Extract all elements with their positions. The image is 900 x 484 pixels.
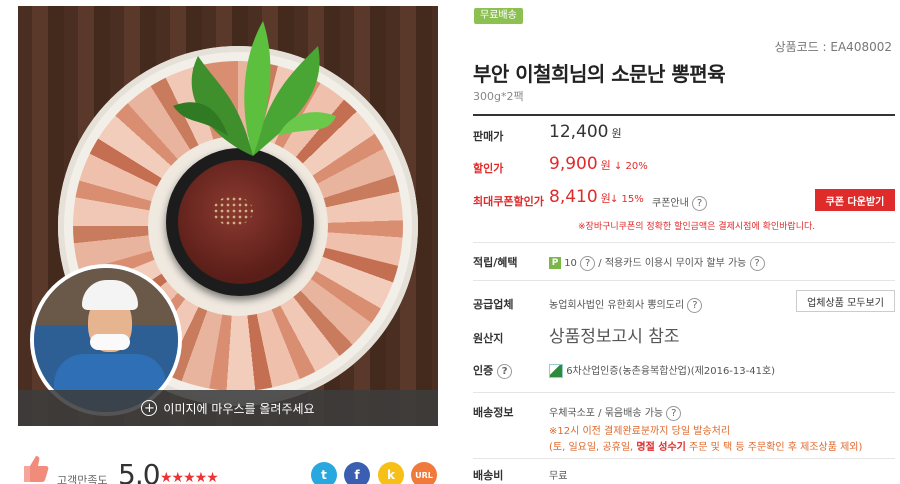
sale-price: 12,400 원 [549,122,622,142]
kakaostory-share-icon[interactable]: k [378,462,404,484]
cert-icon [549,364,563,378]
product-subtitle: 300g*2팩 [473,90,524,103]
supplier-name[interactable]: 농업회사법인 유한회사 뽕의도리 ? [549,296,703,313]
help-icon[interactable]: ? [687,297,703,313]
sale-price-label: 판매가 [473,130,504,143]
thumbs-up-icon [24,456,49,482]
title-divider [473,114,895,116]
all-supplier-products-button[interactable]: 업체상품 모두보기 [796,290,895,312]
discount-price: 9,900 원 [549,154,611,174]
help-icon[interactable]: ? [749,255,765,271]
shipping-label: 배송정보 [473,406,514,419]
divider [473,392,895,393]
help-icon[interactable]: ? [497,363,513,379]
help-icon[interactable]: ? [666,405,682,421]
cert-value: 6차산업인증(농촌융복합산업)(제2016-13-41호) [549,362,775,378]
points-label: 적립/혜택 [473,256,518,269]
shipping-method: 우체국소포 / 묶음배송 가능 ? [549,404,682,421]
coupon-percent: ↓ 15% [610,194,644,205]
product-title: 부안 이철희님의 소문난 뽕편육 [473,62,726,86]
facebook-share-icon[interactable]: f [344,462,370,484]
divider [473,242,895,243]
cert-label: 인증 ? [473,362,513,379]
point-icon: P [549,257,561,269]
shipping-note-1: ※12시 이전 결제완료분까지 당일 발송처리 [549,426,731,437]
plus-circle-icon: + [141,400,158,416]
supplier-label: 공급업체 [473,298,514,311]
product-image[interactable] [18,6,438,426]
points-info: P 10 ? / 적용카드 이용시 무이자 할부 가능 ? [549,254,765,271]
twitter-share-icon[interactable]: t [311,462,337,484]
salad-greens [173,21,336,156]
help-icon[interactable]: ? [692,195,707,211]
image-hover-hint[interactable]: + 이미지에 마우스를 올려주세요 [18,390,438,426]
rating-value: 5.0 [118,458,161,484]
coupon-notice: ※장바구니쿠폰의 정확한 할인금액은 결제시점에 확인바랍니다. [578,222,816,232]
coupon-price-label: 최대쿠폰할인가 [473,195,544,208]
coupon-info-link[interactable]: 쿠폰안내 ? [652,194,707,211]
divider [473,280,895,281]
shipping-note-2: (토, 일요일, 공휴일, 명절 성수기 주문 및 택 등 주문확인 후 제조상… [549,442,863,453]
url-copy-icon[interactable]: URL [411,462,437,484]
discount-price-label: 할인가 [473,162,504,175]
origin-label: 원산지 [473,332,504,345]
sesame-seeds [213,196,253,226]
hover-hint-text: 이미지에 마우스를 올려주세요 [163,401,315,416]
fee-label: 배송비 [473,469,504,482]
fee-value: 무료 [549,471,568,482]
rating-label: 고객만족도 [57,474,108,484]
divider [473,458,895,459]
coupon-price: 8,410 원 [549,187,611,207]
origin-value: 상품정보고시 참조 [549,327,680,347]
product-code: 상품코드 : EA408002 [774,40,892,54]
discount-percent: ↓ 20% [614,161,648,172]
rating-stars: ★★★★★ [160,470,219,484]
coupon-download-button[interactable]: 쿠폰 다운받기 [815,189,895,211]
free-shipping-badge: 무료배송 [474,8,523,24]
help-icon[interactable]: ? [580,255,596,271]
